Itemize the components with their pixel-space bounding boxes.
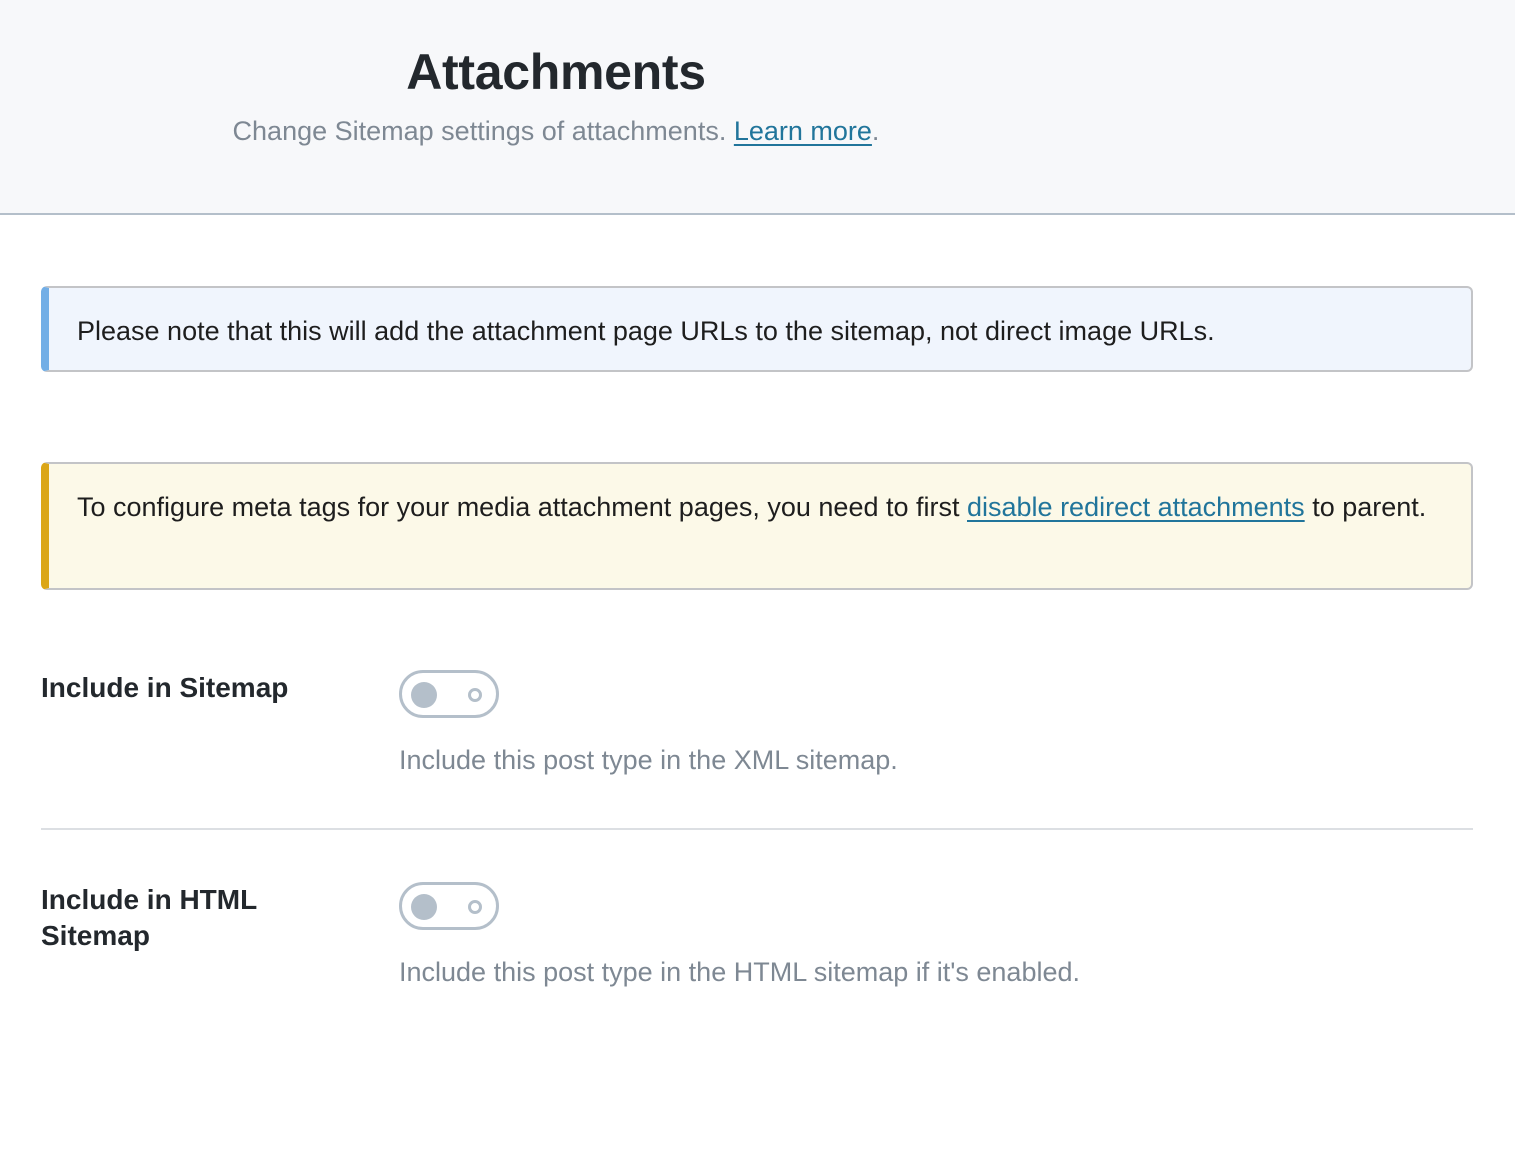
- setting-description: Include this post type in the XML sitema…: [399, 745, 898, 775]
- include-in-sitemap-toggle[interactable]: [399, 670, 499, 718]
- learn-more-link[interactable]: Learn more: [734, 116, 872, 146]
- warning-notice-text-end: to parent.: [1312, 492, 1427, 522]
- warning-notice: To configure meta tags for your media at…: [41, 462, 1473, 590]
- page-header: Attachments Change Sitemap settings of a…: [0, 0, 1515, 215]
- page-subtitle: Change Sitemap settings of attachments. …: [0, 114, 1112, 148]
- subtitle-end: .: [871, 116, 880, 146]
- setting-row-include-in-html-sitemap: Include in HTML Sitemap Include this pos…: [41, 880, 1473, 1040]
- info-notice-text: Please note that this will add the attac…: [77, 316, 1215, 346]
- toggle-off-indicator-icon: [468, 688, 482, 702]
- warning-notice-text: To configure meta tags for your media at…: [77, 492, 960, 522]
- subtitle-text: Change Sitemap settings of attachments.: [232, 116, 727, 146]
- setting-row-include-in-sitemap: Include in Sitemap Include this post typ…: [41, 668, 1473, 830]
- setting-label: Include in Sitemap: [41, 672, 289, 703]
- toggle-knob: [411, 894, 437, 920]
- header-content: Attachments Change Sitemap settings of a…: [0, 42, 1112, 148]
- toggle-knob: [411, 682, 437, 708]
- setting-label: Include in HTML Sitemap: [41, 884, 257, 951]
- page-title: Attachments: [406, 44, 706, 100]
- disable-redirect-attachments-link[interactable]: disable redirect attachments: [967, 492, 1305, 522]
- include-in-html-sitemap-toggle[interactable]: [399, 882, 499, 930]
- toggle-off-indicator-icon: [468, 900, 482, 914]
- info-notice: Please note that this will add the attac…: [41, 286, 1473, 372]
- setting-description: Include this post type in the HTML sitem…: [399, 957, 1080, 987]
